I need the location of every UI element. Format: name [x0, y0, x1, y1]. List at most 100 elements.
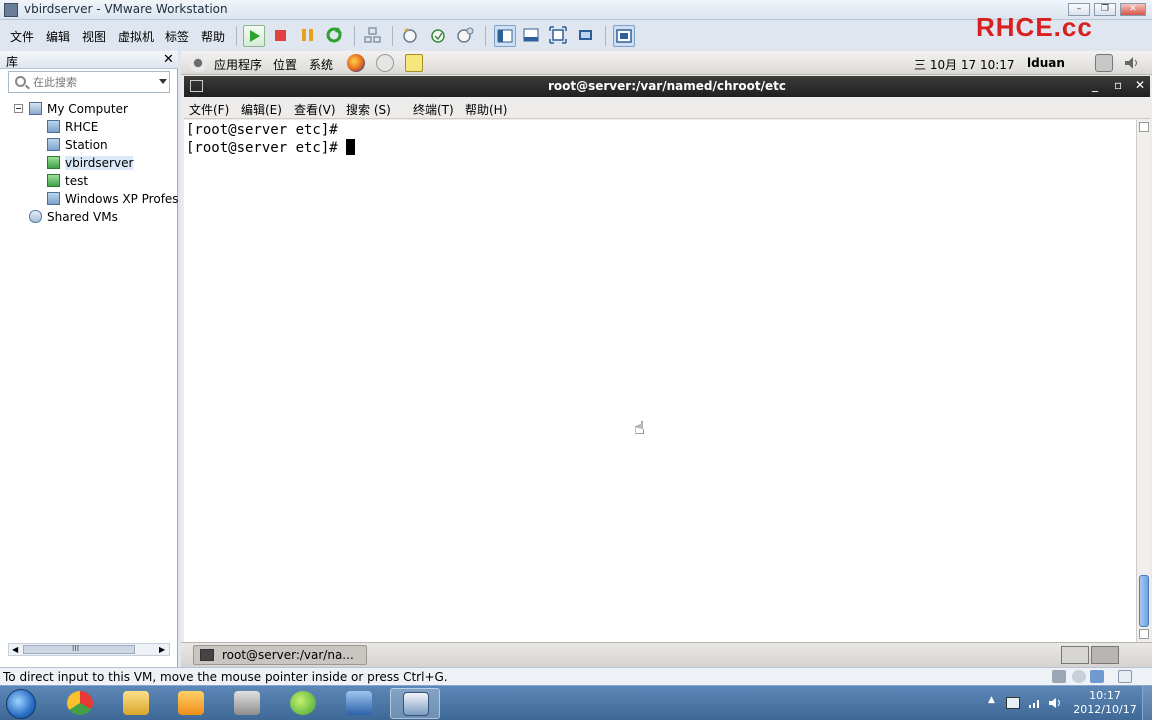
hard-disk-icon[interactable] [1052, 670, 1066, 683]
taskbar-app-chrome[interactable] [55, 688, 105, 719]
scroll-left-icon[interactable]: ◀ [12, 645, 18, 654]
terminal-menu-file[interactable]: 文件(F) [189, 101, 229, 118]
terminal-menu-help[interactable]: 帮助(H) [465, 101, 507, 118]
tree-item-shared-vms[interactable]: Shared VMs [0, 208, 178, 226]
scrollbar-thumb[interactable] [1139, 575, 1149, 627]
suspend-button[interactable] [297, 25, 319, 47]
taskbar-app-explorer[interactable] [111, 688, 161, 719]
snapshot-manager-icon [457, 27, 474, 43]
revert-snapshot-button[interactable] [428, 25, 450, 47]
power-off-button[interactable] [270, 25, 292, 47]
thumbnail-bar-button[interactable] [521, 25, 543, 47]
tree-item-label: RHCE [65, 120, 99, 134]
chrome-icon [67, 691, 93, 715]
chevron-down-icon[interactable] [159, 79, 167, 84]
message-log-icon[interactable] [1118, 670, 1132, 683]
menu-vm[interactable]: 虚拟机 [118, 28, 154, 45]
terminal-icon [200, 649, 214, 661]
windows-start-button[interactable] [6, 689, 36, 719]
power-on-button[interactable] [243, 25, 265, 47]
menu-help[interactable]: 帮助 [201, 28, 225, 45]
terminal-title-bar[interactable]: root@server:/var/named/chroot/etc _ ▫ ✕ [184, 76, 1150, 97]
library-horizontal-scrollbar[interactable]: ◀ III ▶ [8, 643, 170, 656]
show-desktop-button[interactable] [1061, 646, 1089, 664]
tree-item-windows-xp[interactable]: Windows XP Profess [0, 190, 178, 208]
scrollbar-thumb[interactable]: III [23, 644, 135, 654]
taskbar-app-remote[interactable] [334, 688, 384, 719]
full-screen-button[interactable] [548, 25, 570, 47]
console-view-button[interactable] [613, 25, 635, 47]
snapshot-button[interactable] [400, 25, 422, 47]
workspace-switcher[interactable] [1091, 646, 1119, 664]
guest-username[interactable]: lduan [1027, 56, 1065, 70]
network-button[interactable] [362, 25, 384, 47]
taskbar-app-messenger[interactable] [278, 688, 328, 719]
tree-item-label: Station [65, 138, 108, 152]
hand-pointer-icon: ☝ [634, 418, 645, 439]
folder-icon [123, 691, 149, 715]
taskbar-clock[interactable]: 10:17 2012/10/17 [1072, 689, 1138, 717]
terminal-menu-search[interactable]: 搜索 (S) [346, 101, 391, 118]
vm-console[interactable]: 应用程序 位置 系统 三 10月 17 10:17 lduan root@ser… [181, 51, 1152, 667]
cd-drive-icon[interactable] [1072, 670, 1086, 683]
terminal-menu-view[interactable]: 查看(V) [294, 101, 336, 118]
unity-button[interactable] [575, 25, 597, 47]
taskbar-app-vmware[interactable] [390, 688, 440, 719]
tree-item-vbirdserver[interactable]: vbirdserver [0, 154, 178, 172]
maximize-button[interactable]: ❐ [1094, 3, 1116, 16]
tray-network-icon[interactable] [1028, 697, 1042, 709]
terminal-menu-edit[interactable]: 编辑(E) [241, 101, 282, 118]
search-icon [15, 76, 26, 87]
status-text: To direct input to this VM, move the mou… [3, 670, 448, 684]
rhce-watermark: RHCE.cc [976, 12, 1093, 42]
gnome-menu-places[interactable]: 位置 [273, 56, 297, 73]
terminal-maximize-button[interactable]: ▫ [1114, 78, 1122, 92]
gnome-top-panel: 应用程序 位置 系统 三 10月 17 10:17 lduan [181, 51, 1152, 75]
mail-icon[interactable] [376, 54, 394, 72]
toolbar-separator [354, 26, 355, 46]
network-status-icon[interactable] [1095, 54, 1113, 72]
collapse-toggle-icon[interactable] [14, 104, 23, 113]
network-adapter-icon[interactable] [1090, 670, 1104, 683]
volume-icon[interactable] [1123, 54, 1141, 72]
toolbar-separator [392, 26, 393, 46]
show-library-button[interactable] [494, 25, 516, 47]
scroll-right-icon[interactable]: ▶ [159, 645, 165, 654]
library-close-button[interactable]: ✕ [163, 52, 174, 67]
gnome-menu-system[interactable]: 系统 [309, 56, 333, 73]
terminal-menu-terminal[interactable]: 终端(T) [413, 101, 454, 118]
guest-clock[interactable]: 三 10月 17 10:17 [914, 56, 1015, 73]
tree-item-rhce[interactable]: RHCE [0, 118, 178, 136]
library-search-input[interactable] [33, 74, 151, 90]
scroll-down-icon[interactable] [1139, 629, 1149, 639]
terminal-minimize-button[interactable]: _ [1092, 78, 1098, 92]
vmware-app-icon [4, 3, 18, 17]
show-desktop-corner[interactable] [1142, 686, 1152, 720]
menu-view[interactable]: 视图 [82, 28, 106, 45]
taskbar-app-disk-tool[interactable] [222, 688, 272, 719]
notes-icon[interactable] [405, 54, 423, 72]
firefox-icon[interactable] [347, 54, 365, 72]
tray-app-icon[interactable] [1006, 697, 1020, 709]
library-search-box[interactable] [8, 71, 170, 93]
snapshot-manager-button[interactable] [455, 25, 477, 47]
tray-expand-icon[interactable]: ▲ [988, 695, 1002, 707]
gnome-menu-applications[interactable]: 应用程序 [214, 56, 262, 73]
terminal-output[interactable]: [root@server etc]# [root@server etc]# [184, 120, 1136, 642]
menu-tabs[interactable]: 标签 [165, 28, 189, 45]
terminal-vertical-scrollbar[interactable] [1136, 120, 1150, 642]
menu-file[interactable]: 文件 [10, 28, 34, 45]
tray-volume-icon[interactable] [1048, 697, 1062, 709]
network-icon [364, 27, 381, 43]
tree-item-test[interactable]: test [0, 172, 178, 190]
tree-item-my-computer[interactable]: My Computer [0, 100, 178, 118]
menu-edit[interactable]: 编辑 [46, 28, 70, 45]
close-button[interactable]: ✕ [1120, 3, 1146, 16]
taskbar-app-outlook[interactable] [166, 688, 216, 719]
guest-task-terminal[interactable]: root@server:/var/na... [193, 645, 367, 665]
tree-item-station[interactable]: Station [0, 136, 178, 154]
fullscreen-icon [549, 26, 567, 44]
terminal-close-button[interactable]: ✕ [1135, 78, 1145, 92]
scroll-up-icon[interactable] [1139, 122, 1149, 132]
reset-button[interactable] [324, 25, 346, 47]
